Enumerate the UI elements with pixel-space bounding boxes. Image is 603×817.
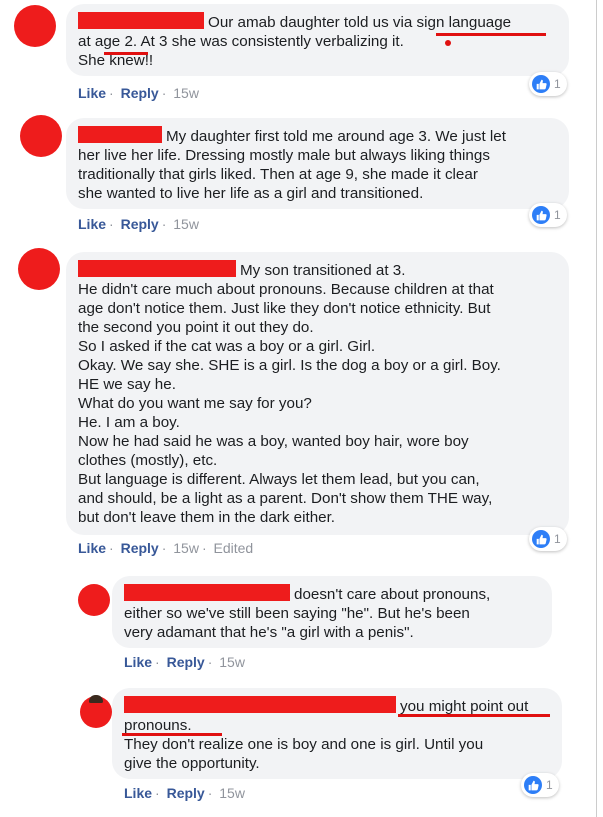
reply-link[interactable]: Reply xyxy=(167,654,205,670)
comment-line: traditionally that girls liked. Then at … xyxy=(78,166,478,183)
timestamp[interactable]: 15w xyxy=(219,654,245,670)
reaction-count[interactable]: 1 xyxy=(521,773,559,797)
like-icon xyxy=(524,776,542,794)
reply-link[interactable]: Reply xyxy=(121,216,159,232)
separator: · xyxy=(161,85,167,101)
comment-bubble-1: Our amab daughter told us via sign langu… xyxy=(66,4,569,76)
separator: · xyxy=(201,540,207,556)
comment-line: Now he had said he was a boy, wanted boy… xyxy=(78,433,469,450)
redacted-name xyxy=(124,584,290,601)
comment-actions: Like · Reply · 15w xyxy=(124,654,248,670)
red-dot-mark xyxy=(445,40,451,46)
comment-line: So I asked if the cat was a boy or a gir… xyxy=(78,338,376,355)
separator: · xyxy=(207,654,213,670)
reply-link[interactable]: Reply xyxy=(121,540,159,556)
comment-line: but don't leave them in the dark either. xyxy=(78,509,336,526)
separator: · xyxy=(109,540,114,556)
comment-line: But language is different. Always let th… xyxy=(78,471,480,488)
comment-line: doesn't care about pronouns, xyxy=(124,584,540,604)
reply-bubble-1: doesn't care about pronouns, either so w… xyxy=(112,576,552,648)
like-link[interactable]: Like xyxy=(124,654,152,670)
separator: · xyxy=(109,216,114,232)
reaction-number: 1 xyxy=(546,778,553,792)
avatar[interactable] xyxy=(80,695,112,728)
comment-line: My son transitioned at 3. xyxy=(78,260,557,280)
comment-line: She knew!! xyxy=(78,52,154,69)
comment-line: Okay. We say she. SHE is a girl. Is the … xyxy=(78,357,501,374)
comment-actions: Like · Reply · 15w xyxy=(78,85,202,101)
redacted-name xyxy=(78,12,204,29)
comment-line: either so we've still been saying "he". … xyxy=(124,605,470,622)
reaction-count[interactable]: 1 xyxy=(529,203,567,227)
comment-line: What do you want me say for you? xyxy=(78,395,312,412)
separator: · xyxy=(207,785,213,801)
reaction-number: 1 xyxy=(554,532,561,546)
comment-line: clothes (mostly), etc. xyxy=(78,452,218,469)
redacted-name xyxy=(124,696,396,713)
redacted-name xyxy=(78,260,236,277)
comment-line: her live her life. Dressing mostly male … xyxy=(78,147,490,164)
comment-bubble-2: My daughter first told me around age 3. … xyxy=(66,118,569,209)
comment-line: age don't notice them. Just like they do… xyxy=(78,300,491,317)
comment-line: she wanted to live her life as a girl an… xyxy=(78,185,424,202)
red-underline-mark xyxy=(122,733,222,736)
like-icon xyxy=(532,75,550,93)
comment-line: give the opportunity. xyxy=(124,755,260,772)
reply-link[interactable]: Reply xyxy=(121,85,159,101)
comment-line: Our amab daughter told us via sign langu… xyxy=(78,12,557,32)
comment-line: My daughter first told me around age 3. … xyxy=(78,126,557,146)
avatar[interactable] xyxy=(20,115,62,157)
separator: · xyxy=(155,785,160,801)
like-link[interactable]: Like xyxy=(124,785,152,801)
like-link[interactable]: Like xyxy=(78,216,106,232)
reaction-number: 1 xyxy=(554,208,561,222)
avatar[interactable] xyxy=(18,248,60,290)
reply-link[interactable]: Reply xyxy=(167,785,205,801)
separator: · xyxy=(161,216,167,232)
timestamp[interactable]: 15w xyxy=(173,540,199,556)
timestamp[interactable]: 15w xyxy=(173,216,199,232)
avatar[interactable] xyxy=(14,5,56,47)
separator: · xyxy=(161,540,167,556)
separator: · xyxy=(155,654,160,670)
reaction-count[interactable]: 1 xyxy=(529,72,567,96)
red-underline-mark xyxy=(398,714,550,717)
comment-actions: Like · Reply · 15w xyxy=(78,216,202,232)
reaction-number: 1 xyxy=(554,77,561,91)
redacted-name xyxy=(78,126,162,143)
edited-label[interactable]: Edited xyxy=(214,540,254,556)
red-underline-mark xyxy=(436,33,546,36)
comment-line: the second you point it out they do. xyxy=(78,319,314,336)
comment-bubble-3: My son transitioned at 3. He didn't care… xyxy=(66,252,569,535)
reaction-count[interactable]: 1 xyxy=(529,527,567,551)
like-icon xyxy=(532,530,550,548)
avatar[interactable] xyxy=(78,584,110,616)
red-underline-mark xyxy=(104,52,148,55)
comment-line: you might point out xyxy=(124,696,550,716)
like-link[interactable]: Like xyxy=(78,85,106,101)
comment-line: and should, be a light as a parent. Don'… xyxy=(78,490,493,507)
page-border xyxy=(596,0,597,817)
comment-actions: Like · Reply · 15w xyxy=(124,785,248,801)
comment-line: HE we say he. xyxy=(78,376,176,393)
separator: · xyxy=(109,85,114,101)
comment-actions: Like · Reply · 15w · Edited xyxy=(78,540,256,556)
comment-line: He. I am a boy. xyxy=(78,414,180,431)
like-link[interactable]: Like xyxy=(78,540,106,556)
comment-line: They don't realize one is boy and one is… xyxy=(124,736,484,753)
timestamp[interactable]: 15w xyxy=(173,85,199,101)
like-icon xyxy=(532,206,550,224)
comment-line: very adamant that he's "a girl with a pe… xyxy=(124,624,414,641)
timestamp[interactable]: 15w xyxy=(219,785,245,801)
comment-line: He didn't care much about pronouns. Beca… xyxy=(78,281,494,298)
